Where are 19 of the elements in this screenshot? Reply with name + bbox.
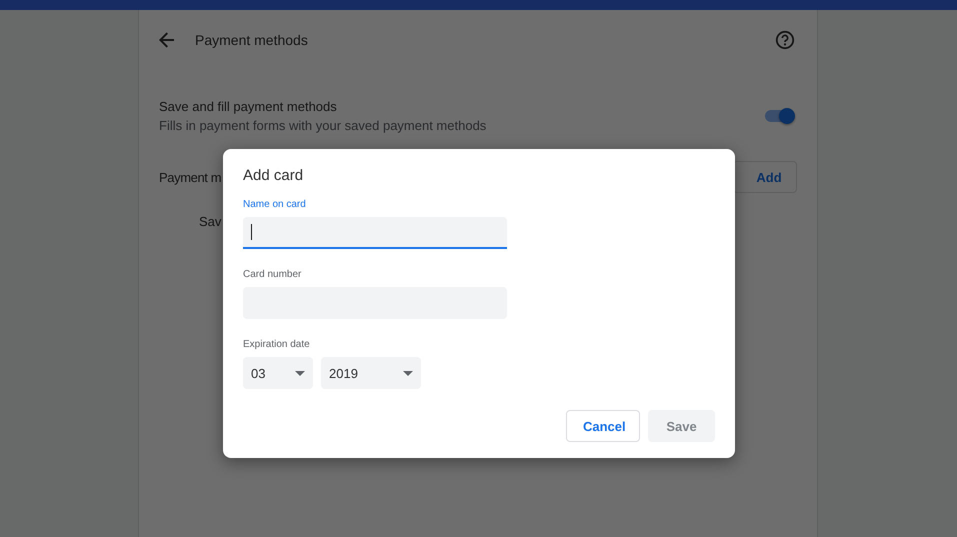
field-label: Expiration date [243,339,310,350]
row-text: Sav [199,214,222,229]
field-label: Card number [243,269,302,280]
month-dropdown[interactable]: 03 [243,357,313,389]
field-label: Name on card [243,199,306,210]
help-icon[interactable] [775,30,795,50]
setting-description: Fills in payment forms with your saved payment methods [159,118,488,133]
cancel-button[interactable]: Cancel [566,410,640,442]
input-field[interactable] [243,217,507,249]
toggle-switch[interactable] [765,110,793,122]
section-label: Payment m [159,170,222,184]
dropdown-arrow-icon [403,370,413,376]
dialog-title: Add card [243,167,304,184]
page-title: Payment methods [195,32,309,48]
year-dropdown[interactable]: 2019 [321,357,421,389]
setting-label: Save and fill payment methods [159,99,338,114]
back-arrow-icon[interactable] [159,32,175,48]
add-button[interactable]: Add [733,161,797,193]
dropdown-arrow-icon [295,370,305,376]
